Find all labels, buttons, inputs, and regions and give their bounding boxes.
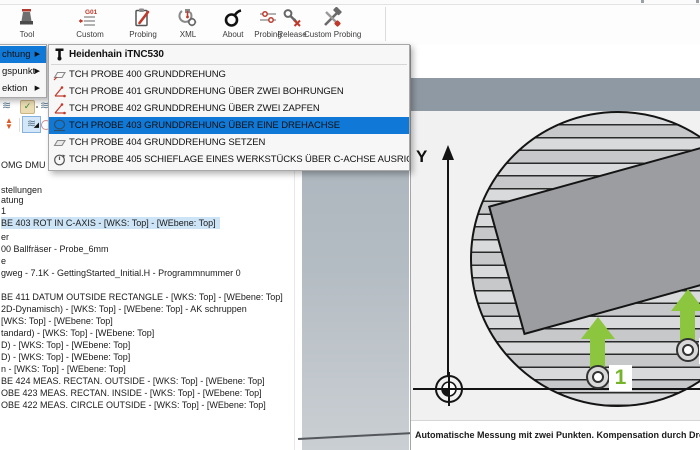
waves-select-icon[interactable]: ≋◢ (22, 116, 41, 133)
toolbar-label: Custom (62, 30, 118, 39)
illustration-header-band (411, 78, 700, 112)
menu-item-probe-400[interactable]: TCH PROBE 400 GRUNDDREHUNG (49, 66, 409, 83)
toolbar-separator (385, 7, 386, 41)
window-edge-mark (641, 0, 644, 3)
toolbar-button-custom[interactable]: G01 Custom (62, 7, 118, 39)
probe-arrow-1-icon (581, 317, 615, 339)
waves-surface-icon[interactable]: ≋ (2, 99, 11, 112)
context-submenu-probing-cycles: Heidenhain iTNC530 TCH PROBE 400 GRUNDDR… (48, 44, 410, 171)
toolbar-label: Custom Probing (304, 30, 360, 39)
viewport-model-edge (298, 432, 414, 440)
toolbar-label: Tool (0, 30, 55, 39)
illustration-caption-area: Automatische Messung mit zwei Punkten. K… (411, 420, 700, 450)
tree-row[interactable]: 00 Ballfräser - Probe_6mm (1, 243, 109, 255)
window-edge-mark (696, 0, 699, 3)
xml-gear-icon (177, 7, 199, 29)
tree-row[interactable]: [WKS: Top] - [WEbene: Top] (1, 315, 113, 327)
menu-item-probe-404[interactable]: TCH PROBE 404 GRUNDDREHUNG SETZEN (49, 134, 409, 151)
tree-row[interactable]: OBE 423 MEAS. RECTAN. INSIDE - [WKS: Top… (1, 387, 262, 399)
probing-clipboard-icon (132, 7, 154, 29)
probe-arrow-2-icon (671, 289, 700, 311)
verify-check-icon[interactable]: ✓ (20, 100, 35, 114)
tree-row[interactable]: tandard) - [WKS: Top] - [WEbene: Top] (1, 327, 154, 339)
touch-probe-icon (53, 48, 66, 61)
plane-set-icon (53, 136, 66, 149)
submenu-header-heidenhain: Heidenhain iTNC530 (49, 46, 409, 63)
y-axis-line (447, 159, 449, 389)
rotary-axis-icon (53, 119, 66, 132)
menu-item-ausrichtung[interactable]: chtung▶ (0, 46, 46, 63)
release-key-icon (281, 7, 303, 29)
help-illustration-panel: Y 1 2 Automatische Messung mit zwei Punk… (410, 45, 700, 450)
plane-icon (53, 68, 66, 81)
submenu-arrow-icon: ▶ (35, 80, 40, 97)
y-axis-label: Y (416, 147, 427, 167)
tool-icon (16, 7, 38, 29)
menu-item-probe-402[interactable]: TCH PROBE 402 GRUNDDREHUNG ÜBER ZWEI ZAP… (49, 100, 409, 117)
tree-row[interactable]: BE 424 MEAS. RECTAN. OUTSIDE - [WKS: Top… (1, 375, 265, 387)
tree-row[interactable]: BE 411 DATUM OUTSIDE RECTANGLE - [WKS: T… (1, 291, 283, 303)
submenu-arrow-icon: ▶ (35, 63, 40, 80)
submenu-arrow-icon: ▶ (35, 46, 40, 63)
tree-row[interactable]: gweg - 7.1K - GettingStarted_Initial.H -… (1, 267, 241, 279)
tree-row[interactable]: e (1, 255, 6, 267)
tree-row[interactable]: n - [WKS: Top] - [WEbene: Top] (1, 363, 126, 375)
menu-item-probe-403-selected[interactable]: TCH PROBE 403 GRUNDDREHUNG ÜBER EINE DRE… (49, 117, 409, 134)
menu-item-probe-405[interactable]: TCH PROBE 405 SCHIEFLAGE EINES WERKSTÜCK… (49, 151, 409, 168)
probe-point-1-label: 1 (609, 365, 632, 391)
tree-row[interactable]: D) - [WKS: Top] - [WEbene: Top] (1, 339, 130, 351)
tree-row-selected[interactable]: BE 403 ROT IN C-AXIS - [WKS: Top] - [WEb… (1, 217, 220, 229)
menu-item-probe-401[interactable]: TCH PROBE 401 GRUNDDREHUNG ÜBER ZWEI BOH… (49, 83, 409, 100)
toolbar-button-custom-probing[interactable]: Custom Probing (304, 7, 360, 39)
icon-separator (19, 118, 20, 132)
c-axis-rotate-icon (53, 153, 66, 166)
y-axis-arrowhead (442, 145, 454, 160)
tree-row[interactable]: 2D-Dynamisch) - [WKS: Top] - [WEbene: To… (1, 303, 247, 315)
menu-separator (51, 64, 407, 65)
menu-item-bezugspunkt[interactable]: gspunkt▶ (0, 63, 46, 80)
tree-row[interactable]: D) - [WKS: Top] - [WEbene: Top] (1, 351, 130, 363)
custom-probing-tools-icon (321, 7, 343, 29)
angle-icon (53, 85, 66, 98)
probing-illustration: Y 1 2 (411, 111, 700, 420)
datum-origin-icon (429, 369, 469, 409)
probe-point-2-icon (675, 337, 700, 363)
custom-gcode-icon: G01 (79, 7, 101, 29)
probe-point-1-icon (585, 364, 611, 390)
context-menu-parent: chtung▶ gspunkt▶ ektion▶ (0, 44, 47, 98)
menu-item-selektion[interactable]: ektion▶ (0, 80, 46, 97)
toolbar-button-tool[interactable]: Tool (0, 7, 55, 39)
tree-row[interactable]: OBE 422 MEAS. CIRCLE OUTSIDE - [WKS: Top… (1, 399, 266, 411)
dropdown-dot-icon (36, 106, 38, 108)
angle-icon (53, 102, 66, 115)
ribbon-toolbar: Tool G01 Custom Probing XML About Probin… (0, 5, 700, 46)
tree-row[interactable]: er (1, 231, 9, 243)
sort-updown-icon[interactable]: ▲▼ (2, 118, 16, 132)
tree-row[interactable]: 1 (1, 205, 6, 217)
illustration-caption: Automatische Messung mit zwei Punkten. K… (415, 430, 700, 440)
svg-text:G01: G01 (85, 9, 98, 16)
